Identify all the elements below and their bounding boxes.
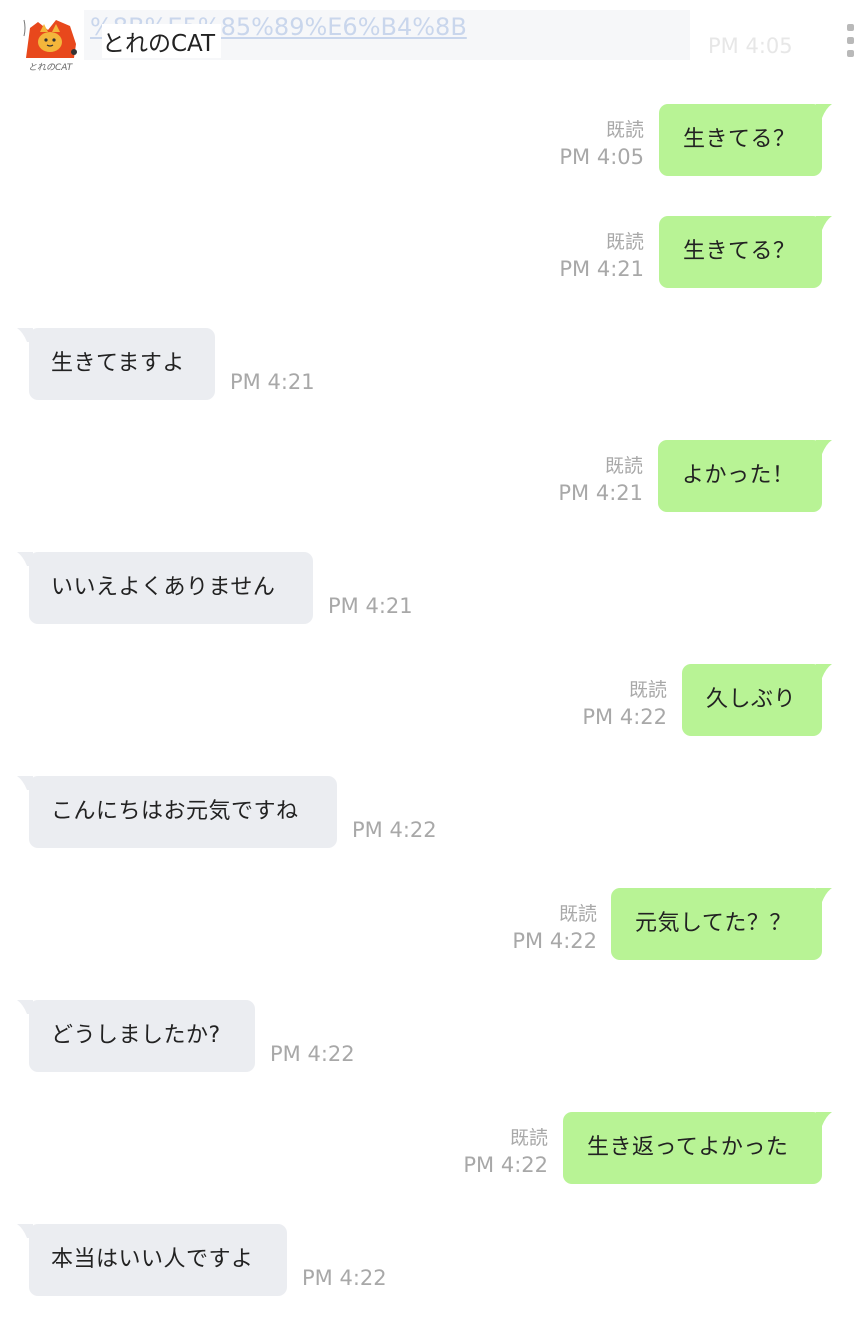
message-sent: 既読 PM 4:21 生きてる？ bbox=[0, 216, 854, 288]
message-meta: 既読 PM 4:22 bbox=[582, 678, 667, 732]
background-timestamp: PM 4:05 bbox=[708, 34, 793, 58]
timestamp: PM 4:22 bbox=[302, 1266, 387, 1290]
sent-bubble[interactable]: 久しぶり bbox=[682, 664, 822, 736]
read-receipt: 既読 bbox=[604, 455, 643, 477]
timestamp: PM 4:05 bbox=[559, 145, 644, 169]
timestamp: PM 4:21 bbox=[328, 594, 413, 618]
timestamp: PM 4:21 bbox=[230, 370, 315, 394]
vertical-dots-icon[interactable] bbox=[844, 20, 854, 60]
received-bubble[interactable]: どうしましたか? bbox=[29, 1000, 255, 1072]
read-receipt: 既読 bbox=[628, 679, 667, 701]
sent-bubble-tail bbox=[816, 216, 832, 230]
received-bubble[interactable]: 生きてますよ bbox=[29, 328, 215, 400]
sent-bubble[interactable]: 生きてる？ bbox=[659, 216, 822, 288]
message-meta: 既読 PM 4:05 bbox=[559, 118, 644, 172]
chat-title: とれのCAT bbox=[102, 24, 222, 58]
message-received: 生きてますよ PM 4:21 bbox=[0, 328, 854, 400]
avatar[interactable]: とれのCAT bbox=[18, 14, 84, 76]
sent-bubble[interactable]: 元気してた？？ bbox=[611, 888, 822, 960]
sent-bubble-tail bbox=[816, 664, 832, 678]
sent-bubble-tail bbox=[816, 888, 832, 902]
received-bubble[interactable]: いいえよくありません bbox=[29, 552, 313, 624]
timestamp: PM 4:22 bbox=[463, 1153, 548, 1177]
message-sent: 既読 PM 4:21 よかった！ bbox=[0, 440, 854, 512]
message-meta: 既読 PM 4:21 bbox=[558, 454, 643, 508]
read-receipt: 既読 bbox=[509, 1127, 548, 1149]
timestamp: PM 4:22 bbox=[582, 705, 667, 729]
message-received: こんにちはお元気ですね PM 4:22 bbox=[0, 776, 854, 848]
sent-bubble-tail bbox=[816, 1112, 832, 1126]
timestamp: PM 4:21 bbox=[558, 481, 643, 505]
message-sent: 既読 PM 4:05 生きてる？ bbox=[0, 104, 854, 176]
received-bubble[interactable]: 本当はいい人ですよ bbox=[29, 1224, 287, 1296]
sent-bubble[interactable]: よかった！ bbox=[658, 440, 822, 512]
message-sent: 既読 PM 4:22 久しぶり bbox=[0, 664, 854, 736]
message-received: どうしましたか? PM 4:22 bbox=[0, 1000, 854, 1072]
chat-header: %8B%E5%85%89%E6%B4%8B PM 4:05 とれのCAT とれの… bbox=[0, 0, 854, 84]
timestamp: PM 4:22 bbox=[270, 1042, 355, 1066]
message-sent: 既読 PM 4:22 生き返ってよかった bbox=[0, 1112, 854, 1184]
read-receipt: 既読 bbox=[558, 903, 597, 925]
sent-bubble-tail bbox=[816, 440, 832, 454]
message-received: いいえよくありません PM 4:21 bbox=[0, 552, 854, 624]
timestamp: PM 4:22 bbox=[512, 929, 597, 953]
timestamp: PM 4:22 bbox=[352, 818, 437, 842]
message-sent: 既読 PM 4:22 元気してた？？ bbox=[0, 888, 854, 960]
message-meta: 既読 PM 4:22 bbox=[512, 902, 597, 956]
message-received: 本当はいい人ですよ PM 4:22 bbox=[0, 1224, 854, 1296]
message-meta: 既読 PM 4:22 bbox=[463, 1126, 548, 1180]
sent-bubble[interactable]: 生き返ってよかった bbox=[563, 1112, 822, 1184]
received-bubble[interactable]: こんにちはお元気ですね bbox=[29, 776, 337, 848]
avatar-caption: とれのCAT bbox=[28, 63, 73, 73]
sent-bubble-tail bbox=[816, 104, 832, 118]
read-receipt: 既読 bbox=[605, 119, 644, 141]
sent-bubble[interactable]: 生きてる？ bbox=[659, 104, 822, 176]
message-meta: 既読 PM 4:21 bbox=[559, 230, 644, 284]
timestamp: PM 4:21 bbox=[559, 257, 644, 281]
read-receipt: 既読 bbox=[605, 231, 644, 253]
